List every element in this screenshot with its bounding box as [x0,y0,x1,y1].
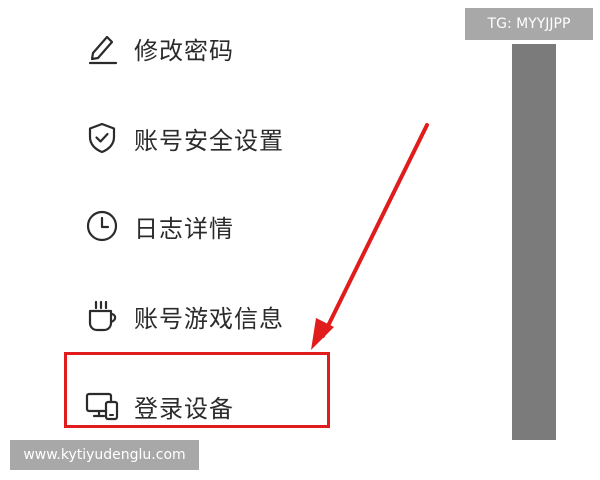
menu-item-account-security[interactable]: 账号安全设置 [82,114,284,162]
devices-icon [82,386,122,426]
pencil-icon [82,28,122,68]
clock-icon [82,206,122,246]
cup-icon [82,296,122,336]
menu-item-label: 账号安全设置 [134,126,284,155]
menu-item-login-devices[interactable]: 登录设备 [82,382,234,430]
menu-item-change-password[interactable]: 修改密码 [82,24,234,72]
tag-badge: TG: MYYJJPP [465,8,593,40]
watermark: www.kytiyudenglu.com [10,440,199,470]
menu-item-label: 账号游戏信息 [134,304,284,333]
menu-item-log-details[interactable]: 日志详情 [82,202,234,250]
scrollbar[interactable] [512,44,556,440]
menu-item-label: 修改密码 [134,36,234,65]
shield-check-icon [82,118,122,158]
settings-menu: 修改密码 账号安全设置 日志详情 账号游戏信息 登录设备 [0,0,600,480]
menu-item-label: 登录设备 [134,394,234,423]
menu-item-game-info[interactable]: 账号游戏信息 [82,292,284,340]
menu-item-label: 日志详情 [134,214,234,243]
